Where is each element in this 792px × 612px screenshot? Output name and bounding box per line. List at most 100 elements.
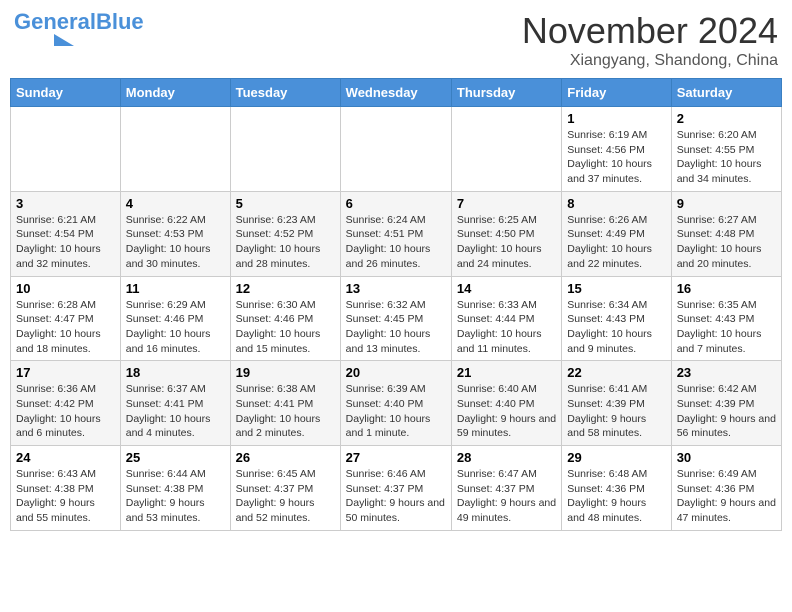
day-number: 1 <box>567 111 665 126</box>
day-cell <box>451 107 561 192</box>
day-number: 13 <box>346 281 446 296</box>
week-row-2: 3 Sunrise: 6:21 AM Sunset: 4:54 PM Daylig… <box>11 191 782 276</box>
day-info: Sunrise: 6:20 AM Sunset: 4:55 PM Dayligh… <box>677 128 776 187</box>
day-info: Sunrise: 6:22 AM Sunset: 4:53 PM Dayligh… <box>126 213 225 272</box>
logo: GeneralBlue <box>14 10 144 48</box>
day-cell <box>340 107 451 192</box>
logo-icon <box>14 34 74 48</box>
day-cell: 3 Sunrise: 6:21 AM Sunset: 4:54 PM Daylig… <box>11 191 121 276</box>
day-cell: 28 Sunrise: 6:47 AM Sunset: 4:37 PM Dayli… <box>451 446 561 531</box>
day-cell: 10 Sunrise: 6:28 AM Sunset: 4:47 PM Dayli… <box>11 276 121 361</box>
day-info: Sunrise: 6:19 AM Sunset: 4:56 PM Dayligh… <box>567 128 665 187</box>
day-number: 8 <box>567 196 665 211</box>
day-info: Sunrise: 6:24 AM Sunset: 4:51 PM Dayligh… <box>346 213 446 272</box>
day-info: Sunrise: 6:26 AM Sunset: 4:49 PM Dayligh… <box>567 213 665 272</box>
header: GeneralBlue November 2024 Xiangyang, Sha… <box>10 10 782 70</box>
day-cell: 19Sunrise: 6:38 AM Sunset: 4:41 PM Dayli… <box>230 361 340 446</box>
day-number: 5 <box>236 196 335 211</box>
day-number: 20 <box>346 365 446 380</box>
title-area: November 2024 Xiangyang, Shandong, China <box>522 10 778 70</box>
day-info: Sunrise: 6:32 AM Sunset: 4:45 PM Dayligh… <box>346 298 446 357</box>
day-number: 23 <box>677 365 776 380</box>
day-info: Sunrise: 6:45 AM Sunset: 4:37 PM Dayligh… <box>236 467 335 526</box>
day-cell: 14Sunrise: 6:33 AM Sunset: 4:44 PM Dayli… <box>451 276 561 361</box>
day-cell: 11 Sunrise: 6:29 AM Sunset: 4:46 PM Dayli… <box>120 276 230 361</box>
day-number: 7 <box>457 196 556 211</box>
day-cell: 24 Sunrise: 6:43 AM Sunset: 4:38 PM Dayli… <box>11 446 121 531</box>
day-info: Sunrise: 6:30 AM Sunset: 4:46 PM Dayligh… <box>236 298 335 357</box>
day-info: Sunrise: 6:48 AM Sunset: 4:36 PM Dayligh… <box>567 467 665 526</box>
day-info: Sunrise: 6:43 AM Sunset: 4:38 PM Dayligh… <box>16 467 115 526</box>
day-number: 4 <box>126 196 225 211</box>
column-header-monday: Monday <box>120 79 230 107</box>
day-info: Sunrise: 6:28 AM Sunset: 4:47 PM Dayligh… <box>16 298 115 357</box>
week-row-4: 17Sunrise: 6:36 AM Sunset: 4:42 PM Dayli… <box>11 361 782 446</box>
day-number: 16 <box>677 281 776 296</box>
column-header-tuesday: Tuesday <box>230 79 340 107</box>
day-info: Sunrise: 6:21 AM Sunset: 4:54 PM Dayligh… <box>16 213 115 272</box>
calendar-table: SundayMondayTuesdayWednesdayThursdayFrid… <box>10 78 782 531</box>
day-cell: 15Sunrise: 6:34 AM Sunset: 4:43 PM Dayli… <box>562 276 671 361</box>
day-number: 19 <box>236 365 335 380</box>
day-info: Sunrise: 6:23 AM Sunset: 4:52 PM Dayligh… <box>236 213 335 272</box>
week-row-3: 10 Sunrise: 6:28 AM Sunset: 4:47 PM Dayli… <box>11 276 782 361</box>
column-header-wednesday: Wednesday <box>340 79 451 107</box>
column-header-friday: Friday <box>562 79 671 107</box>
location-subtitle: Xiangyang, Shandong, China <box>522 52 778 70</box>
day-info: Sunrise: 6:39 AM Sunset: 4:40 PM Dayligh… <box>346 382 446 441</box>
week-row-5: 24 Sunrise: 6:43 AM Sunset: 4:38 PM Dayli… <box>11 446 782 531</box>
column-header-sunday: Sunday <box>11 79 121 107</box>
day-number: 9 <box>677 196 776 211</box>
day-cell: 22Sunrise: 6:41 AM Sunset: 4:39 PM Dayli… <box>562 361 671 446</box>
day-number: 3 <box>16 196 115 211</box>
day-number: 11 <box>126 281 225 296</box>
logo-text: GeneralBlue <box>14 10 144 34</box>
day-cell: 7 Sunrise: 6:25 AM Sunset: 4:50 PM Daylig… <box>451 191 561 276</box>
day-cell: 6Sunrise: 6:24 AM Sunset: 4:51 PM Daylig… <box>340 191 451 276</box>
day-number: 12 <box>236 281 335 296</box>
day-cell: 4 Sunrise: 6:22 AM Sunset: 4:53 PM Daylig… <box>120 191 230 276</box>
day-cell: 2Sunrise: 6:20 AM Sunset: 4:55 PM Daylig… <box>671 107 781 192</box>
day-cell: 5 Sunrise: 6:23 AM Sunset: 4:52 PM Daylig… <box>230 191 340 276</box>
day-info: Sunrise: 6:27 AM Sunset: 4:48 PM Dayligh… <box>677 213 776 272</box>
day-cell: 16Sunrise: 6:35 AM Sunset: 4:43 PM Dayli… <box>671 276 781 361</box>
day-cell: 20 Sunrise: 6:39 AM Sunset: 4:40 PM Dayli… <box>340 361 451 446</box>
day-info: Sunrise: 6:42 AM Sunset: 4:39 PM Dayligh… <box>677 382 776 441</box>
logo-general: General <box>14 9 96 34</box>
day-info: Sunrise: 6:33 AM Sunset: 4:44 PM Dayligh… <box>457 298 556 357</box>
day-info: Sunrise: 6:34 AM Sunset: 4:43 PM Dayligh… <box>567 298 665 357</box>
day-number: 24 <box>16 450 115 465</box>
day-info: Sunrise: 6:29 AM Sunset: 4:46 PM Dayligh… <box>126 298 225 357</box>
day-cell <box>120 107 230 192</box>
day-number: 10 <box>16 281 115 296</box>
calendar-header-row: SundayMondayTuesdayWednesdayThursdayFrid… <box>11 79 782 107</box>
day-info: Sunrise: 6:49 AM Sunset: 4:36 PM Dayligh… <box>677 467 776 526</box>
logo-blue: Blue <box>96 9 144 34</box>
day-cell: 23 Sunrise: 6:42 AM Sunset: 4:39 PM Dayli… <box>671 361 781 446</box>
day-number: 25 <box>126 450 225 465</box>
day-cell <box>11 107 121 192</box>
day-number: 22 <box>567 365 665 380</box>
day-info: Sunrise: 6:44 AM Sunset: 4:38 PM Dayligh… <box>126 467 225 526</box>
day-cell: 17Sunrise: 6:36 AM Sunset: 4:42 PM Dayli… <box>11 361 121 446</box>
column-header-saturday: Saturday <box>671 79 781 107</box>
month-title: November 2024 <box>522 10 778 52</box>
day-info: Sunrise: 6:25 AM Sunset: 4:50 PM Dayligh… <box>457 213 556 272</box>
day-cell: 26 Sunrise: 6:45 AM Sunset: 4:37 PM Dayli… <box>230 446 340 531</box>
day-info: Sunrise: 6:46 AM Sunset: 4:37 PM Dayligh… <box>346 467 446 526</box>
day-number: 26 <box>236 450 335 465</box>
day-number: 28 <box>457 450 556 465</box>
day-info: Sunrise: 6:40 AM Sunset: 4:40 PM Dayligh… <box>457 382 556 441</box>
day-info: Sunrise: 6:47 AM Sunset: 4:37 PM Dayligh… <box>457 467 556 526</box>
day-info: Sunrise: 6:36 AM Sunset: 4:42 PM Dayligh… <box>16 382 115 441</box>
day-cell: 9 Sunrise: 6:27 AM Sunset: 4:48 PM Daylig… <box>671 191 781 276</box>
day-cell: 1 Sunrise: 6:19 AM Sunset: 4:56 PM Daylig… <box>562 107 671 192</box>
day-cell: 18Sunrise: 6:37 AM Sunset: 4:41 PM Dayli… <box>120 361 230 446</box>
day-cell: 21Sunrise: 6:40 AM Sunset: 4:40 PM Dayli… <box>451 361 561 446</box>
day-cell <box>230 107 340 192</box>
week-row-1: 1 Sunrise: 6:19 AM Sunset: 4:56 PM Daylig… <box>11 107 782 192</box>
day-info: Sunrise: 6:37 AM Sunset: 4:41 PM Dayligh… <box>126 382 225 441</box>
day-cell: 29 Sunrise: 6:48 AM Sunset: 4:36 PM Dayli… <box>562 446 671 531</box>
day-number: 29 <box>567 450 665 465</box>
day-cell: 13 Sunrise: 6:32 AM Sunset: 4:45 PM Dayli… <box>340 276 451 361</box>
